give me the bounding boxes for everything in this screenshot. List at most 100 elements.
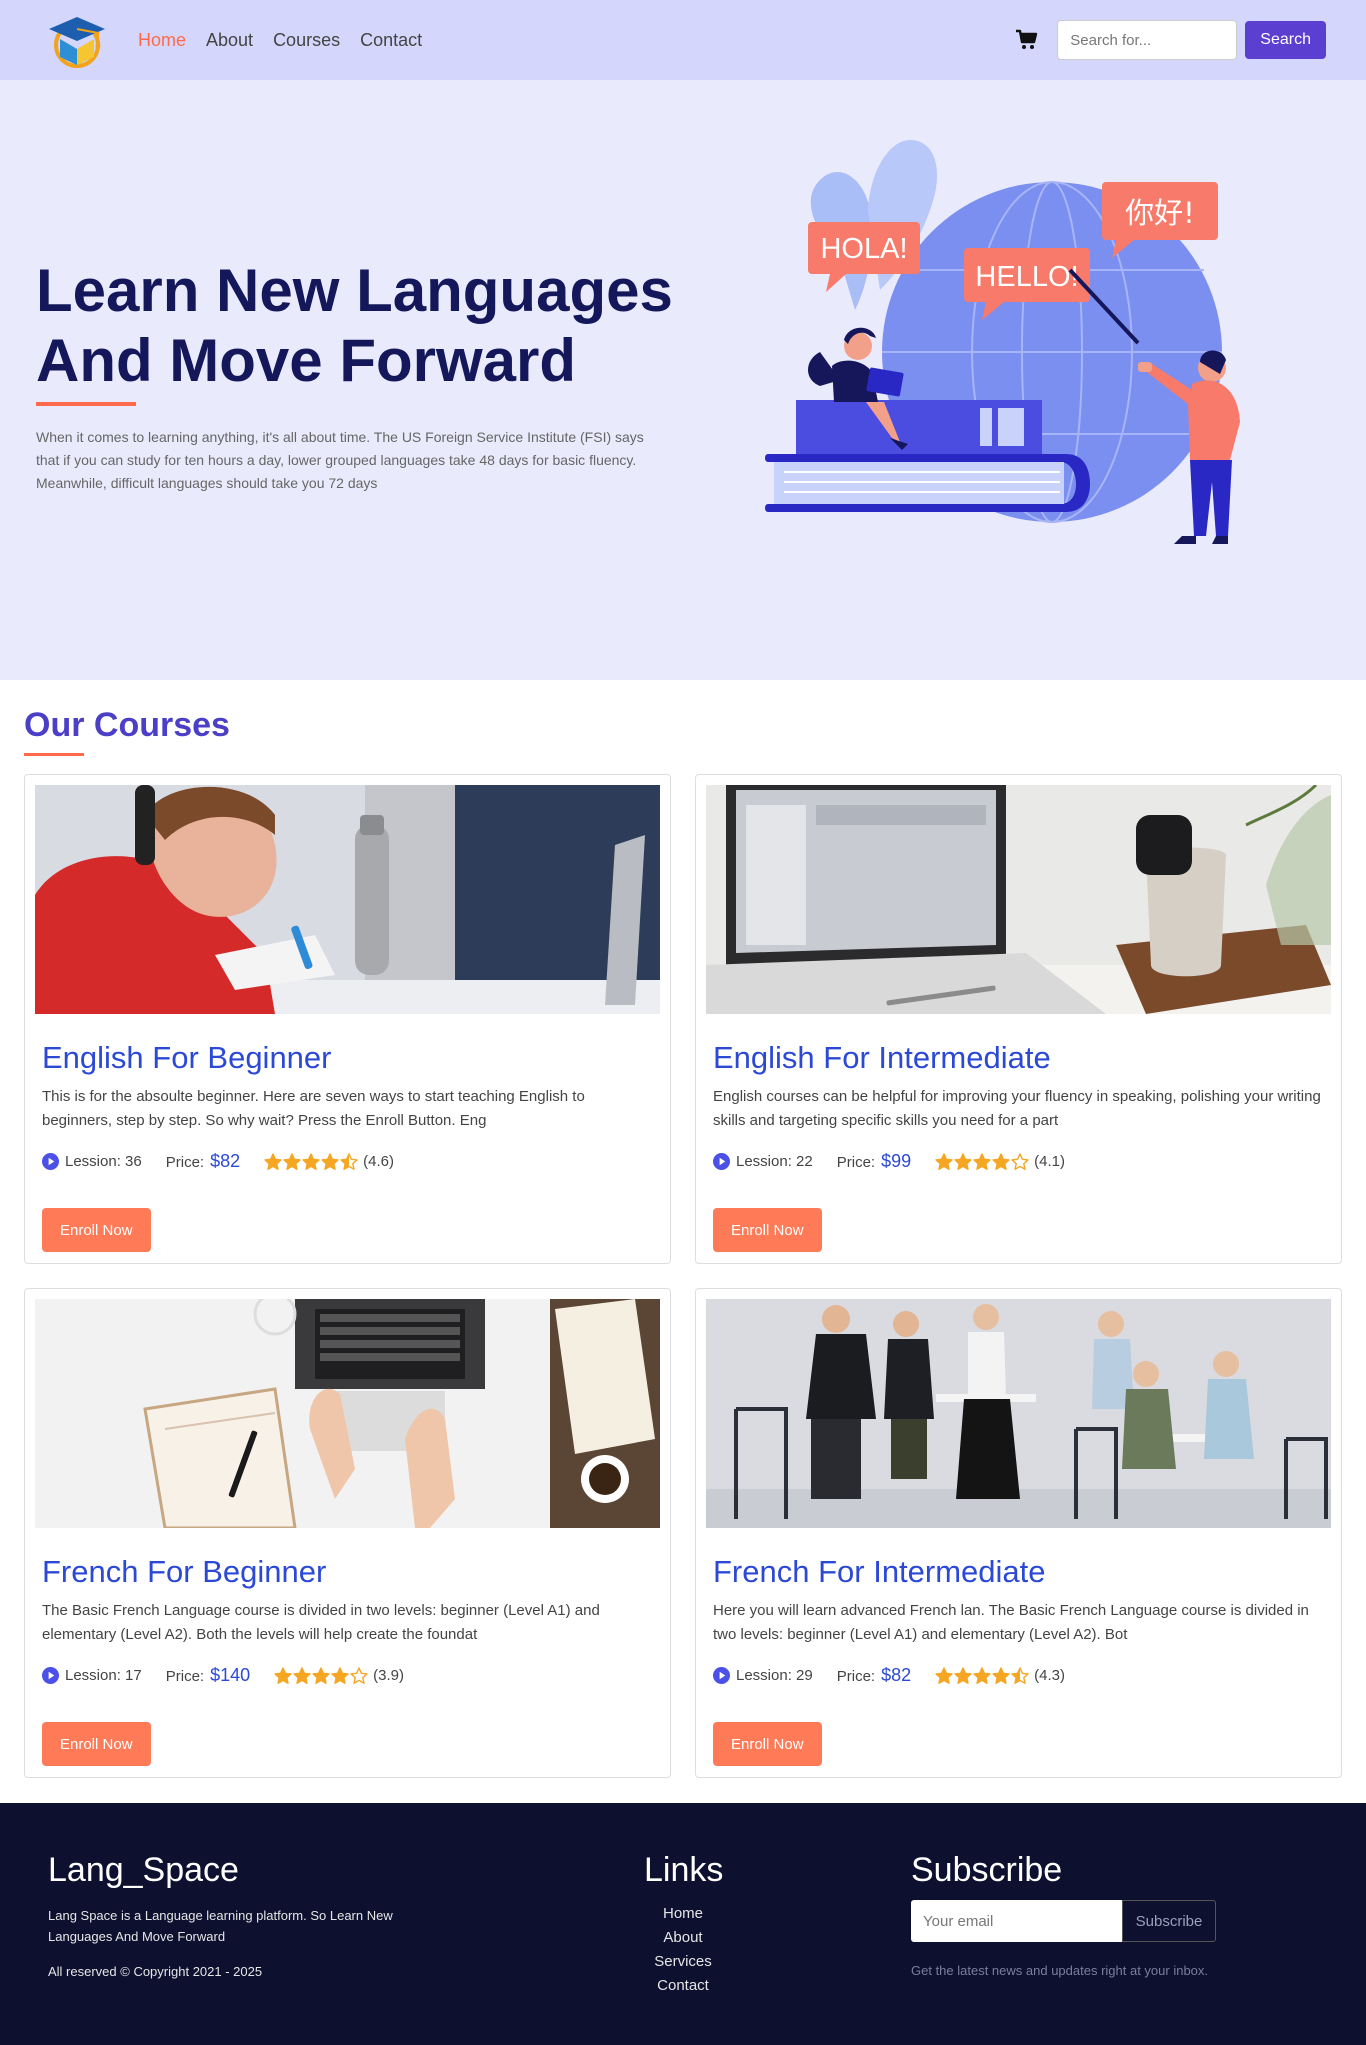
course-meta: Lession: 29 Price: $82 (4.3) — [713, 1665, 1065, 1686]
course-description: Here you will learn advanced French lan.… — [713, 1602, 1309, 1643]
price-label: Price: — [165, 1154, 205, 1171]
lesson-label: Lession: — [65, 1667, 121, 1684]
course-description: The Basic French Language course is divi… — [42, 1602, 600, 1643]
lesson-count: 17 — [125, 1667, 142, 1684]
course-card-french-beginner: French For Beginner The Basic French Lan… — [24, 1288, 671, 1778]
enroll-now-button[interactable]: Enroll Now — [713, 1722, 822, 1766]
star-rating — [264, 1152, 359, 1171]
star-icon-full — [973, 1152, 991, 1170]
hero-title-line-1: Learn New Languages — [36, 257, 673, 324]
star-icon-full — [274, 1666, 292, 1684]
lesson-label: Lession: — [65, 1153, 121, 1170]
rating-value: (4.1) — [1034, 1153, 1065, 1170]
enroll-now-button[interactable]: Enroll Now — [713, 1208, 822, 1252]
course-description: English courses can be helpful for impro… — [713, 1088, 1321, 1129]
price-group: Price: $82 — [166, 1151, 240, 1172]
lesson-label: Lession: — [736, 1667, 792, 1684]
hero-title-underline — [36, 402, 136, 406]
nav-link-home[interactable]: Home — [128, 30, 196, 51]
lesson-label: Lession: — [736, 1153, 792, 1170]
courses-section-title: Our Courses — [24, 706, 230, 744]
rating-value: (4.6) — [363, 1153, 394, 1170]
price-label: Price: — [165, 1668, 205, 1685]
footer-link-services[interactable]: Services — [610, 1950, 756, 1974]
course-card-english-beginner: English For Beginner This is for the abs… — [24, 774, 671, 1264]
course-title[interactable]: English For Beginner — [42, 1040, 332, 1076]
course-image-boy-studying — [35, 785, 660, 1014]
subscribe-button[interactable]: Subscribe — [1122, 1900, 1216, 1942]
bubble-text-hello: HELLO! — [975, 261, 1078, 293]
course-price: $99 — [881, 1151, 912, 1171]
footer-brand: Lang_Space — [48, 1851, 239, 1889]
star-icon-full — [312, 1666, 330, 1684]
course-description: This is for the absoulte beginner. Here … — [42, 1088, 585, 1129]
lesson-count: 22 — [796, 1153, 813, 1170]
course-photo — [706, 785, 1331, 1014]
footer: Lang_Space Lang Space is a Language lear… — [0, 1803, 1366, 2045]
navbar: Home About Courses Contact Search — [0, 0, 1366, 80]
star-icon-full — [992, 1666, 1010, 1684]
star-icon-half — [340, 1152, 358, 1170]
search-input[interactable] — [1057, 20, 1238, 60]
star-icon-full — [302, 1152, 320, 1170]
course-meta: Lession: 22 Price: $99 (4.1) — [713, 1151, 1065, 1172]
enroll-now-button[interactable]: Enroll Now — [42, 1722, 151, 1766]
footer-link-about[interactable]: About — [610, 1926, 756, 1950]
graduation-cap-icon — [49, 17, 105, 68]
hero-title: Learn New Languages And Move Forward — [36, 256, 696, 396]
course-photo — [35, 785, 660, 1014]
course-title[interactable]: French For Intermediate — [713, 1554, 1046, 1590]
star-rating — [935, 1152, 1030, 1171]
nav-link-contact[interactable]: Contact — [350, 30, 432, 51]
star-icon-empty — [350, 1666, 368, 1684]
play-circle-icon — [42, 1667, 59, 1684]
star-icon-full — [935, 1152, 953, 1170]
price-group: Price: $140 — [166, 1665, 250, 1686]
course-price: $82 — [210, 1151, 241, 1171]
email-field[interactable] — [911, 1900, 1122, 1942]
hero-section: Learn New Languages And Move Forward Whe… — [0, 80, 1366, 680]
rating-value: (4.3) — [1034, 1667, 1065, 1684]
price-group: Price: $99 — [837, 1151, 911, 1172]
star-icon-full — [973, 1666, 991, 1684]
star-icon-full — [954, 1666, 972, 1684]
courses-title-underline — [24, 753, 84, 756]
star-icon-empty — [1011, 1152, 1029, 1170]
star-icon-full — [321, 1152, 339, 1170]
bubble-text-hola: HOLA! — [820, 233, 907, 265]
star-icon-full — [264, 1152, 282, 1170]
shopping-cart-icon[interactable] — [1015, 28, 1039, 52]
star-icon-half — [1011, 1666, 1029, 1684]
course-image-group-students — [706, 1299, 1331, 1528]
bubble-text-nihao: 你好! — [1125, 196, 1195, 230]
nav-link-courses[interactable]: Courses — [263, 30, 350, 51]
course-meta: Lession: 36 Price: $82 (4.6) — [42, 1151, 394, 1172]
footer-description: Lang Space is a Language learning platfo… — [48, 1908, 393, 1944]
hero-title-line-2: And Move Forward — [36, 327, 577, 394]
footer-link-home[interactable]: Home — [610, 1902, 756, 1926]
play-circle-icon — [42, 1153, 59, 1170]
course-image-typing-laptop — [35, 1299, 660, 1528]
course-title[interactable]: English For Intermediate — [713, 1040, 1051, 1076]
nav-link-about[interactable]: About — [196, 30, 263, 51]
course-title[interactable]: French For Beginner — [42, 1554, 326, 1590]
enroll-now-button[interactable]: Enroll Now — [42, 1208, 151, 1252]
nav-right: Search — [1015, 20, 1326, 60]
footer-copyright: All reserved © Copyright 2021 - 2025 — [48, 1964, 263, 1979]
price-label: Price: — [836, 1154, 876, 1171]
footer-link-contact[interactable]: Contact — [610, 1974, 756, 1998]
logo[interactable] — [44, 7, 110, 73]
hero-text: When it comes to learning anything, it's… — [36, 429, 644, 491]
star-icon-full — [992, 1152, 1010, 1170]
price-group: Price: $82 — [837, 1665, 911, 1686]
book-stack-icon — [765, 400, 1090, 512]
star-icon-full — [954, 1152, 972, 1170]
course-image-laptop-desk — [706, 785, 1331, 1014]
star-icon-full — [935, 1666, 953, 1684]
price-label: Price: — [836, 1668, 876, 1685]
star-icon-full — [293, 1666, 311, 1684]
subscribe-note: Get the latest news and updates right at… — [911, 1963, 1209, 1978]
search-button[interactable]: Search — [1245, 21, 1326, 59]
course-meta: Lession: 17 Price: $140 (3.9) — [42, 1665, 404, 1686]
course-card-english-intermediate: English For Intermediate English courses… — [695, 774, 1342, 1264]
